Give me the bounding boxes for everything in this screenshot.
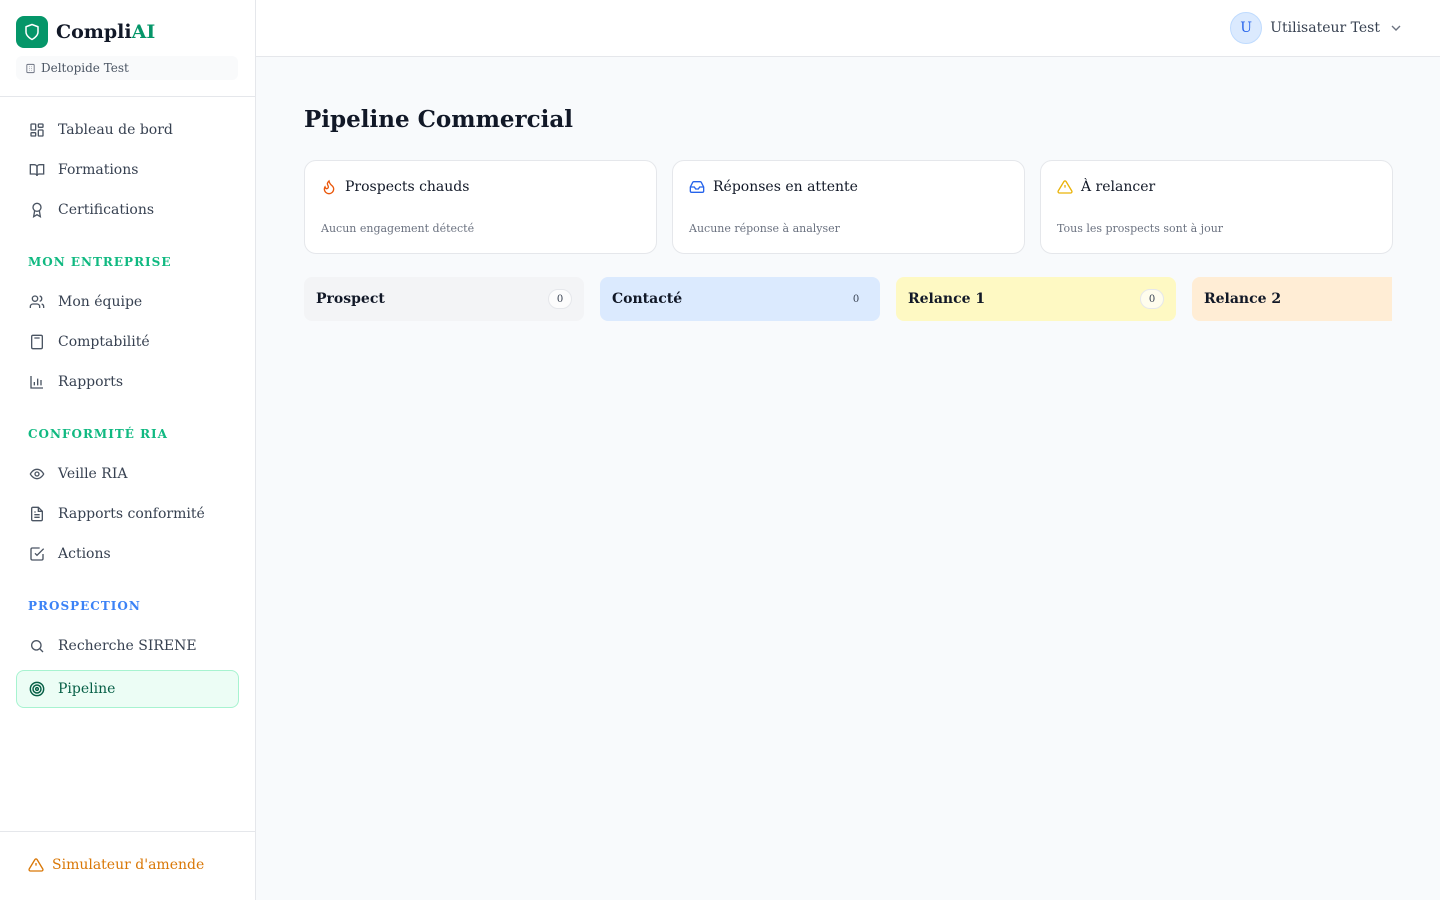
shield-icon	[16, 16, 48, 48]
sidebar-item-label: Recherche SIRENE	[58, 638, 197, 654]
card-subtitle: Tous les prospects sont à jour	[1057, 222, 1224, 235]
sidebar: CompliAI Deltopide Test Tableau de bord …	[0, 0, 256, 900]
sidebar-item-label: Rapports	[58, 374, 124, 390]
column-relance-1[interactable]: Relance 1 0	[896, 277, 1176, 321]
file-text-icon	[31, 506, 43, 522]
section-label-conformite-ria: CONFORMITÉ RIA	[28, 427, 168, 441]
search-icon	[31, 640, 44, 653]
card-subtitle: Aucun engagement détecté	[321, 222, 475, 235]
check-square-icon	[30, 547, 45, 561]
sidebar-item-label: Comptabilité	[58, 334, 150, 350]
eye-icon	[29, 468, 45, 480]
column-count-badge: 0	[548, 289, 572, 309]
sidebar-item-label: Tableau de bord	[58, 122, 173, 138]
sidebar-item-label: Pipeline	[58, 681, 116, 697]
sidebar-item-comptabilite[interactable]: Comptabilité	[16, 322, 239, 362]
sidebar-item-label: Mon équipe	[58, 294, 143, 310]
column-title: Relance 1	[908, 291, 986, 307]
sidebar-item-rapports-conformite[interactable]: Rapports conformité	[16, 494, 239, 534]
sidebar-item-mon-equipe[interactable]: Mon équipe	[16, 282, 239, 322]
sidebar-item-pipeline[interactable]: Pipeline	[16, 670, 239, 708]
top-bar: U Utilisateur Test	[256, 0, 1440, 57]
sidebar-item-tableau-de-bord[interactable]: Tableau de bord	[16, 110, 239, 150]
pipeline-board: Prospect 0 Contacté 0 Relance 1 0 Relanc…	[304, 277, 1392, 321]
organization-name: Deltopide Test	[41, 61, 129, 75]
column-title: Contacté	[612, 291, 683, 307]
sidebar-item-label: Actions	[58, 546, 111, 562]
brand-name: CompliAI	[56, 21, 156, 43]
card-title: Réponses en attente	[713, 179, 858, 195]
summary-cards: Prospects chauds Aucun engagement détect…	[304, 160, 1393, 254]
column-relance-2[interactable]: Relance 2 0	[1192, 277, 1392, 321]
target-icon	[29, 681, 45, 697]
card-subtitle: Aucune réponse à analyser	[689, 222, 840, 235]
book-icon	[29, 164, 45, 177]
column-prospect[interactable]: Prospect 0	[304, 277, 584, 321]
sidebar-item-rapports[interactable]: Rapports	[16, 362, 239, 402]
simulateur-amende-link[interactable]: Simulateur d'amende	[28, 857, 204, 873]
column-title: Prospect	[316, 291, 385, 307]
warning-icon	[28, 858, 44, 872]
chevron-down-icon	[1391, 25, 1401, 31]
section-label-prospection: PROSPECTION	[28, 599, 141, 613]
brand-logo-link[interactable]: CompliAI	[16, 16, 155, 48]
warning-icon	[1057, 180, 1073, 194]
simulateur-amende-label: Simulateur d'amende	[52, 857, 205, 873]
sidebar-nav: Tableau de bord Formations Certification…	[16, 110, 239, 708]
sidebar-item-label: Veille RIA	[58, 466, 128, 482]
sidebar-item-formations[interactable]: Formations	[16, 150, 239, 190]
sidebar-divider	[0, 96, 255, 97]
sidebar-item-certifications[interactable]: Certifications	[16, 190, 239, 230]
column-contacte[interactable]: Contacté 0	[600, 277, 880, 321]
inbox-icon	[689, 181, 705, 193]
dashboard-icon	[30, 123, 44, 137]
card-a-relancer: À relancer Tous les prospects sont à jou…	[1040, 160, 1393, 254]
organization-chip: Deltopide Test	[16, 56, 238, 80]
user-menu[interactable]: U Utilisateur Test	[1230, 12, 1404, 44]
users-icon	[29, 295, 45, 308]
sidebar-item-label: Rapports conformité	[58, 506, 205, 522]
column-count-badge: 0	[1140, 289, 1164, 309]
bar-chart-icon	[30, 376, 43, 389]
card-title: Prospects chauds	[345, 179, 470, 195]
column-title: Relance 2	[1204, 291, 1282, 307]
user-name: Utilisateur Test	[1270, 20, 1380, 36]
building-icon	[26, 63, 35, 73]
column-count-badge: 0	[852, 293, 860, 305]
award-icon	[32, 202, 42, 218]
sidebar-item-label: Certifications	[58, 202, 155, 218]
sidebar-footer: Simulateur d'amende	[0, 831, 255, 900]
section-label-mon-entreprise: MON ENTREPRISE	[28, 255, 172, 269]
sidebar-item-recherche-sirene[interactable]: Recherche SIRENE	[16, 626, 239, 666]
calculator-icon	[31, 334, 43, 350]
card-prospects-chauds: Prospects chauds Aucun engagement détect…	[304, 160, 657, 254]
page-title: Pipeline Commercial	[304, 106, 574, 133]
sidebar-item-actions[interactable]: Actions	[16, 534, 239, 574]
flame-icon	[323, 179, 335, 195]
avatar: U	[1230, 12, 1263, 44]
card-reponses-en-attente: Réponses en attente Aucune réponse à ana…	[672, 160, 1025, 254]
card-title: À relancer	[1081, 179, 1156, 195]
sidebar-item-veille-ria[interactable]: Veille RIA	[16, 454, 239, 494]
sidebar-item-label: Formations	[58, 162, 139, 178]
